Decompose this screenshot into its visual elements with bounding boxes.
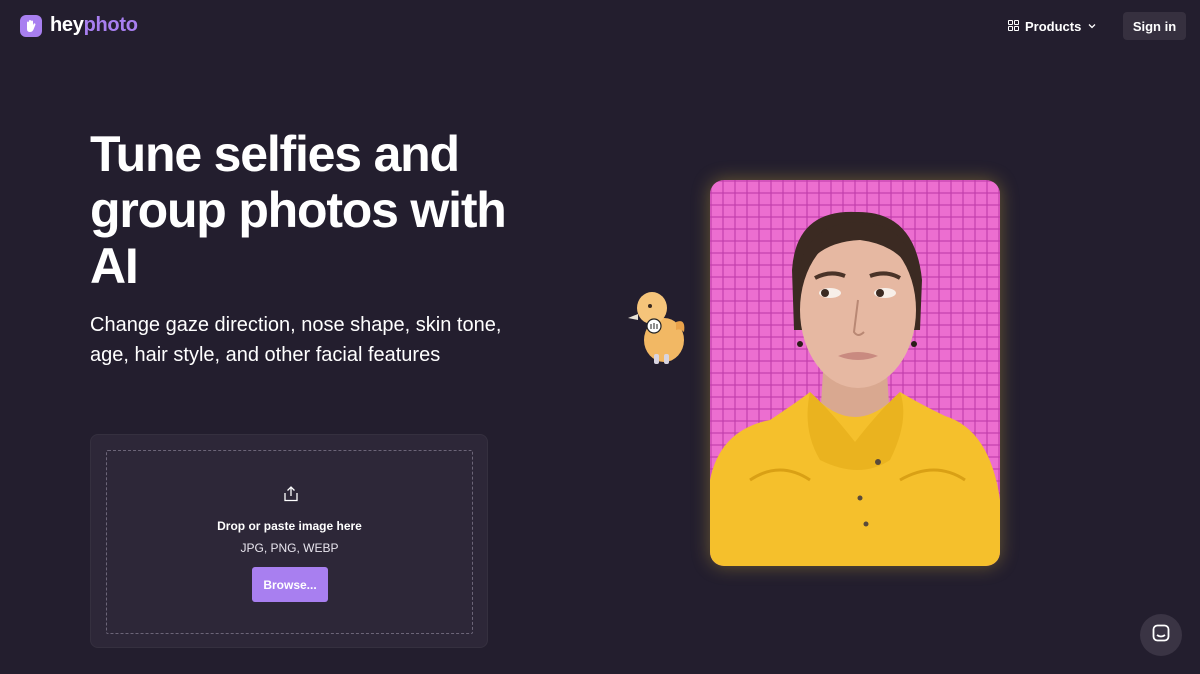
drop-instructions: Drop or paste image here <box>217 519 362 533</box>
upload-icon <box>282 485 300 503</box>
browse-button[interactable]: Browse... <box>252 567 328 602</box>
hero-title: Tune selfies and group photos with AI <box>90 126 507 294</box>
sign-in-button[interactable]: Sign in <box>1123 12 1186 40</box>
hand-logo-icon <box>20 14 42 37</box>
page: heyphoto Products Sign in Tune selfies a… <box>0 0 1200 674</box>
header: heyphoto Products Sign in <box>0 0 1200 52</box>
logo-text-hey: hey <box>50 14 84 36</box>
chat-support-button[interactable] <box>1140 614 1182 656</box>
logo-text-photo: photo <box>83 14 138 36</box>
supported-formats: JPG, PNG, WEBP <box>240 541 339 555</box>
products-label: Products <box>1025 18 1082 34</box>
grid-icon <box>1008 19 1019 34</box>
logo[interactable]: heyphoto <box>20 14 138 37</box>
image-dropzone[interactable]: Drop or paste image here JPG, PNG, WEBP … <box>106 450 473 634</box>
chat-icon <box>1151 623 1171 648</box>
hero-subtitle: Change gaze direction, nose shape, skin … <box>90 314 502 366</box>
products-menu-button[interactable]: Products <box>1008 16 1097 36</box>
upload-card: Drop or paste image here JPG, PNG, WEBP … <box>90 434 488 648</box>
bird-mascot-image <box>624 288 688 366</box>
chevron-down-icon <box>1087 19 1097 34</box>
hero-photo <box>710 180 1000 566</box>
logo-text: heyphoto <box>50 14 138 37</box>
